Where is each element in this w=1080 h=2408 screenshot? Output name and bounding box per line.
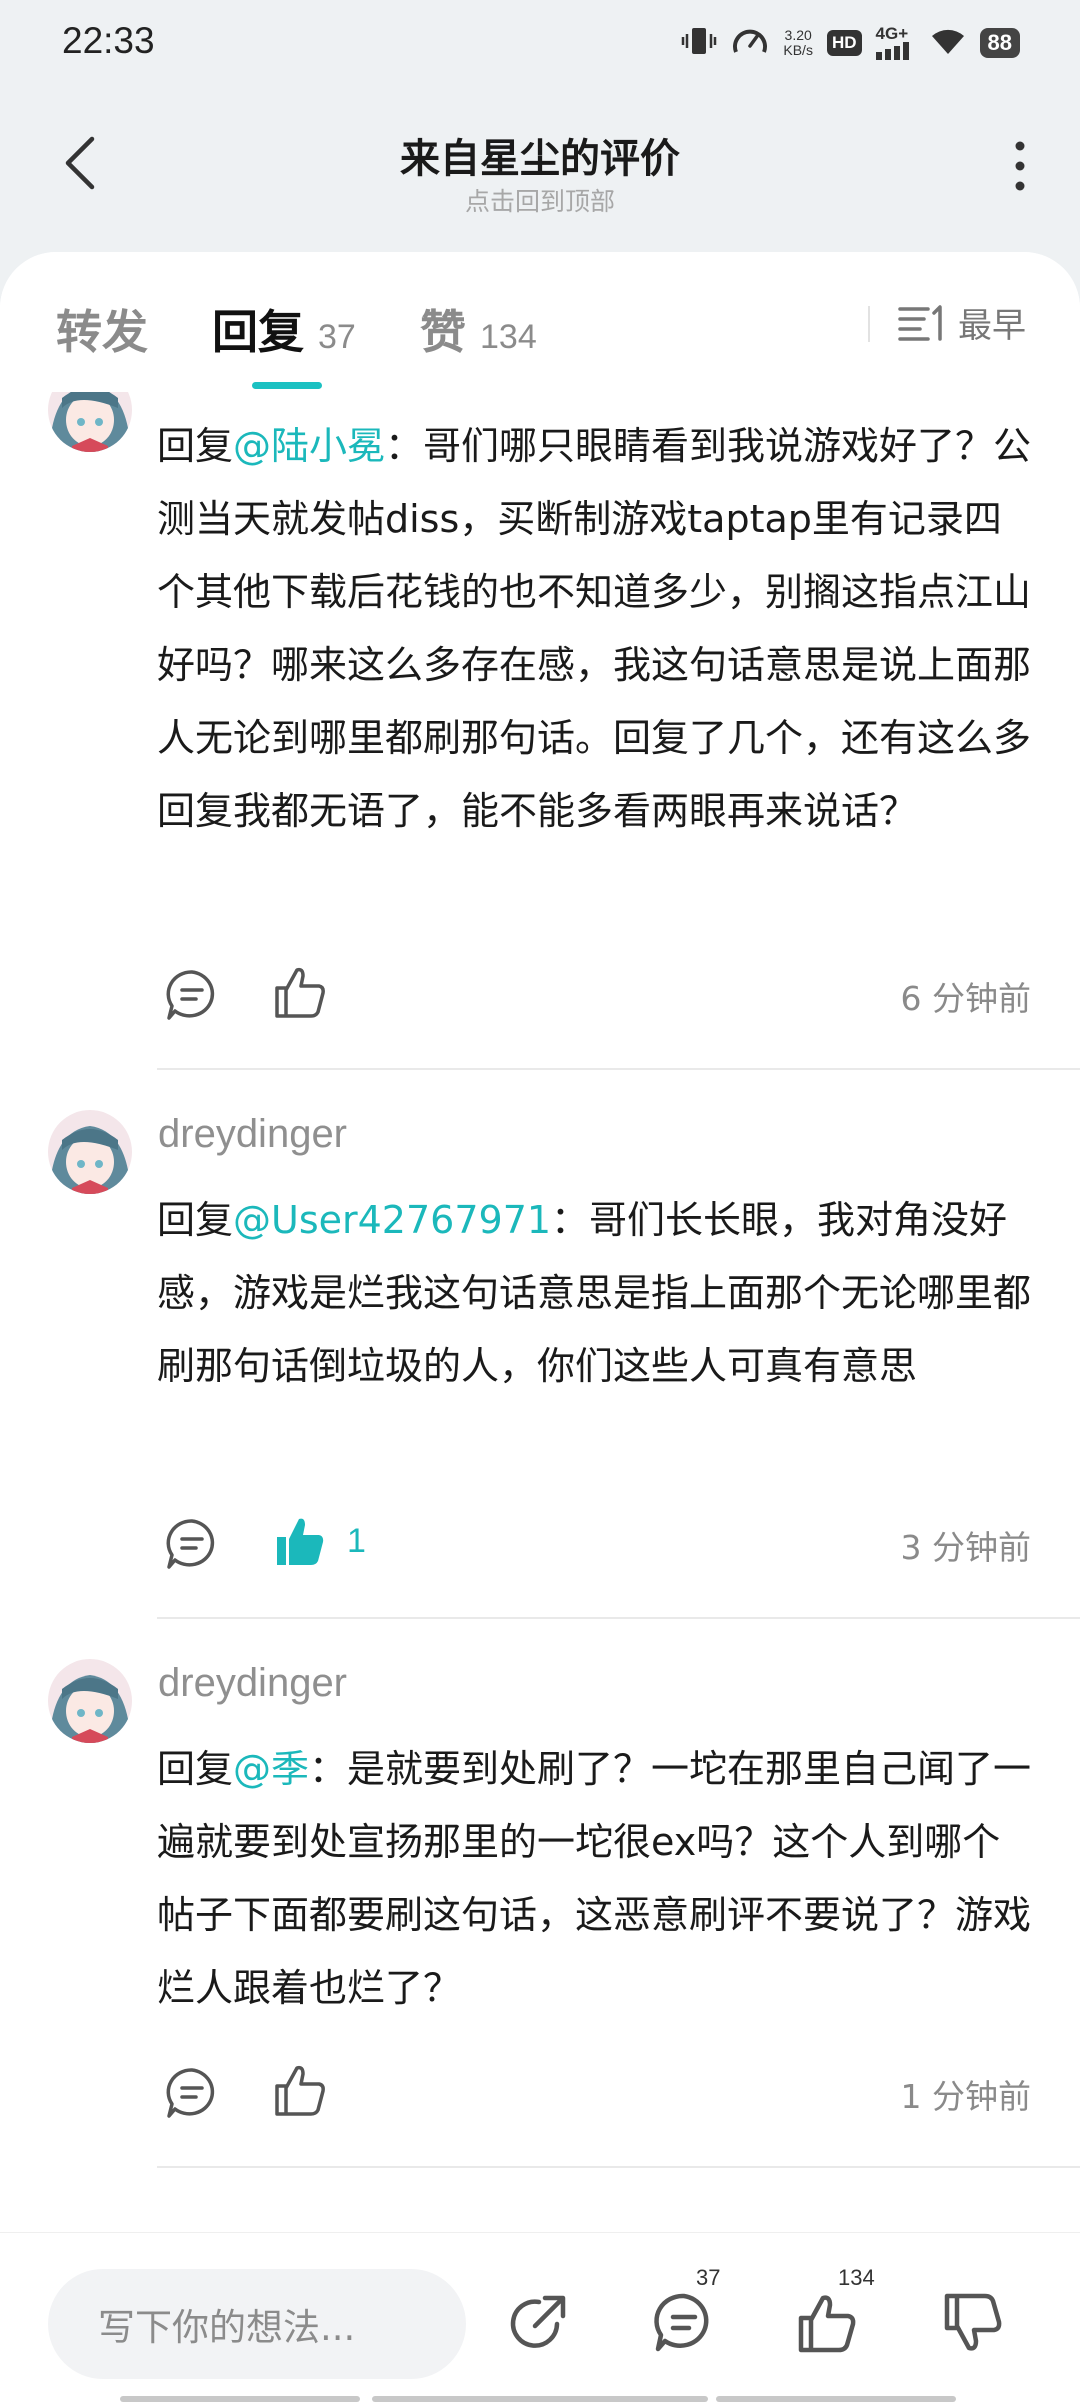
reply-text: 回复@陆小冕：哥们哪只眼睛看到我说游戏好了？公测当天就发帖diss，买断制游戏t… bbox=[157, 410, 1037, 848]
reply-button[interactable] bbox=[163, 966, 221, 1028]
status-icons: 3.20 KB/s HD 4G+ 88 bbox=[681, 22, 1020, 64]
network-type: 4G+ bbox=[875, 24, 909, 43]
reply-button[interactable] bbox=[163, 1515, 221, 1577]
comment-icon bbox=[166, 1519, 215, 1569]
tab-replies[interactable]: 回复 37 bbox=[212, 296, 356, 362]
avatar[interactable] bbox=[48, 1659, 132, 1743]
mention-link[interactable]: @User42767971 bbox=[233, 1198, 551, 1242]
reply-text: 回复@季：是就要到处刷了？一坨在那里自己闻了一遍就要到处宣扬那里的一坨很ex吗？… bbox=[157, 1733, 1037, 2025]
reply-time: 1 分钟前 bbox=[900, 2077, 1032, 2116]
reply-prefix: 回复 bbox=[157, 1198, 234, 1242]
reply-time: 6 分钟前 bbox=[900, 979, 1032, 1018]
reply-actions: 1 分钟前 bbox=[157, 2058, 1035, 2128]
comment-icon bbox=[654, 2293, 709, 2352]
tab-label: 回复 bbox=[212, 305, 304, 359]
tab-likes[interactable]: 赞 134 bbox=[420, 296, 537, 362]
like-count: 1 bbox=[347, 1521, 366, 1560]
thumbs-down-icon bbox=[944, 2293, 1002, 2351]
tab-count: 134 bbox=[480, 318, 537, 356]
speed-value: 3.20 bbox=[784, 27, 812, 43]
tab-label: 转发 bbox=[56, 305, 148, 359]
like-count-badge: 134 bbox=[838, 2265, 875, 2290]
author-name[interactable]: dreydinger bbox=[158, 1112, 347, 1157]
tab-count: 37 bbox=[318, 318, 356, 356]
cellular-signal: 4G+ bbox=[875, 24, 916, 60]
like-button-active[interactable]: 1 bbox=[269, 1511, 366, 1571]
share-icon bbox=[510, 2295, 566, 2348]
divider bbox=[868, 306, 870, 342]
gesture-bar bbox=[716, 2396, 956, 2402]
speed-unit: KB/s bbox=[783, 42, 813, 58]
sort-label: 最早 bbox=[958, 306, 1026, 346]
reply-time: 3 分钟前 bbox=[900, 1528, 1032, 1567]
reply-button[interactable] bbox=[163, 2064, 221, 2126]
sort-icon bbox=[898, 304, 942, 341]
reply-text: 回复@User42767971：哥们长长眼，我对角没好感，游戏是烂我这句话意思是… bbox=[157, 1184, 1037, 1403]
mention-link[interactable]: @季 bbox=[233, 1747, 309, 1791]
author-name[interactable]: dreydinger bbox=[158, 1661, 347, 1706]
divider bbox=[157, 1617, 1080, 1619]
reply-prefix: 回复 bbox=[157, 424, 234, 468]
bottom-action-bar: 写下你的想法... 37 134 bbox=[0, 2232, 1080, 2408]
comment-icon bbox=[166, 970, 215, 1020]
dislike-button[interactable] bbox=[932, 2283, 1012, 2363]
active-tab-indicator bbox=[252, 382, 322, 389]
gesture-bar bbox=[120, 2396, 360, 2402]
reply-actions: 1 3 分钟前 bbox=[157, 1509, 1035, 1579]
page-title[interactable]: 来自星尘的评价 bbox=[0, 126, 1080, 184]
thumbs-up-icon bbox=[275, 967, 325, 1018]
like-button[interactable] bbox=[269, 962, 347, 1022]
tab-bar: 转发 回复 37 赞 134 最早 bbox=[0, 252, 1080, 392]
avatar[interactable] bbox=[48, 1110, 132, 1194]
signal-bars-icon bbox=[875, 42, 909, 60]
replies-sheet: 回复@陆小冕：哥们哪只眼睛看到我说游戏好了？公测当天就发帖diss，买断制游戏t… bbox=[0, 252, 1080, 2408]
status-bar: 22:33 3.20 KB/s HD 4G+ 88 bbox=[0, 0, 1080, 86]
sort-toggle[interactable]: 最早 bbox=[898, 298, 1026, 347]
tab-label: 赞 bbox=[420, 305, 466, 359]
divider bbox=[157, 2166, 1080, 2168]
battery-indicator: 88 bbox=[979, 28, 1020, 58]
more-options-button[interactable] bbox=[1000, 136, 1040, 196]
mention-link[interactable]: @陆小冕 bbox=[233, 424, 385, 468]
reply-count-button[interactable]: 37 bbox=[644, 2265, 724, 2363]
wifi-icon bbox=[930, 26, 966, 60]
comment-icon bbox=[166, 2068, 215, 2118]
tab-forward[interactable]: 转发 bbox=[56, 296, 148, 362]
vibrate-icon bbox=[681, 24, 717, 62]
speedometer-icon bbox=[731, 24, 769, 62]
network-speed: 3.20 KB/s bbox=[783, 28, 813, 58]
header: 来自星尘的评价 点击回到顶部 bbox=[0, 86, 1080, 246]
like-count-button[interactable]: 134 bbox=[786, 2265, 875, 2363]
reply-body: ：哥们哪只眼睛看到我说游戏好了？公测当天就发帖diss，买断制游戏taptap里… bbox=[157, 424, 1032, 833]
hd-badge: HD bbox=[826, 30, 862, 56]
gesture-bar bbox=[372, 2396, 708, 2402]
scroll-to-top-hint[interactable]: 点击回到顶部 bbox=[0, 182, 1080, 218]
comment-input[interactable]: 写下你的想法... bbox=[48, 2269, 466, 2379]
reply-prefix: 回复 bbox=[157, 1747, 234, 1791]
reply-count-badge: 37 bbox=[696, 2265, 721, 2290]
status-time: 22:33 bbox=[62, 20, 155, 61]
reply-actions: 6 分钟前 bbox=[157, 960, 1035, 1030]
share-button[interactable] bbox=[498, 2283, 578, 2363]
review-detail-page: 22:33 3.20 KB/s HD 4G+ 88 来自星尘的评价 点击回到顶部… bbox=[0, 0, 1080, 2408]
divider bbox=[157, 1068, 1080, 1070]
thumbs-up-icon bbox=[798, 2295, 856, 2353]
thumbs-up-icon bbox=[275, 2065, 325, 2116]
thumbs-up-filled-icon bbox=[277, 1518, 324, 1565]
like-button[interactable] bbox=[269, 2060, 347, 2120]
more-vertical-icon bbox=[1015, 141, 1025, 191]
